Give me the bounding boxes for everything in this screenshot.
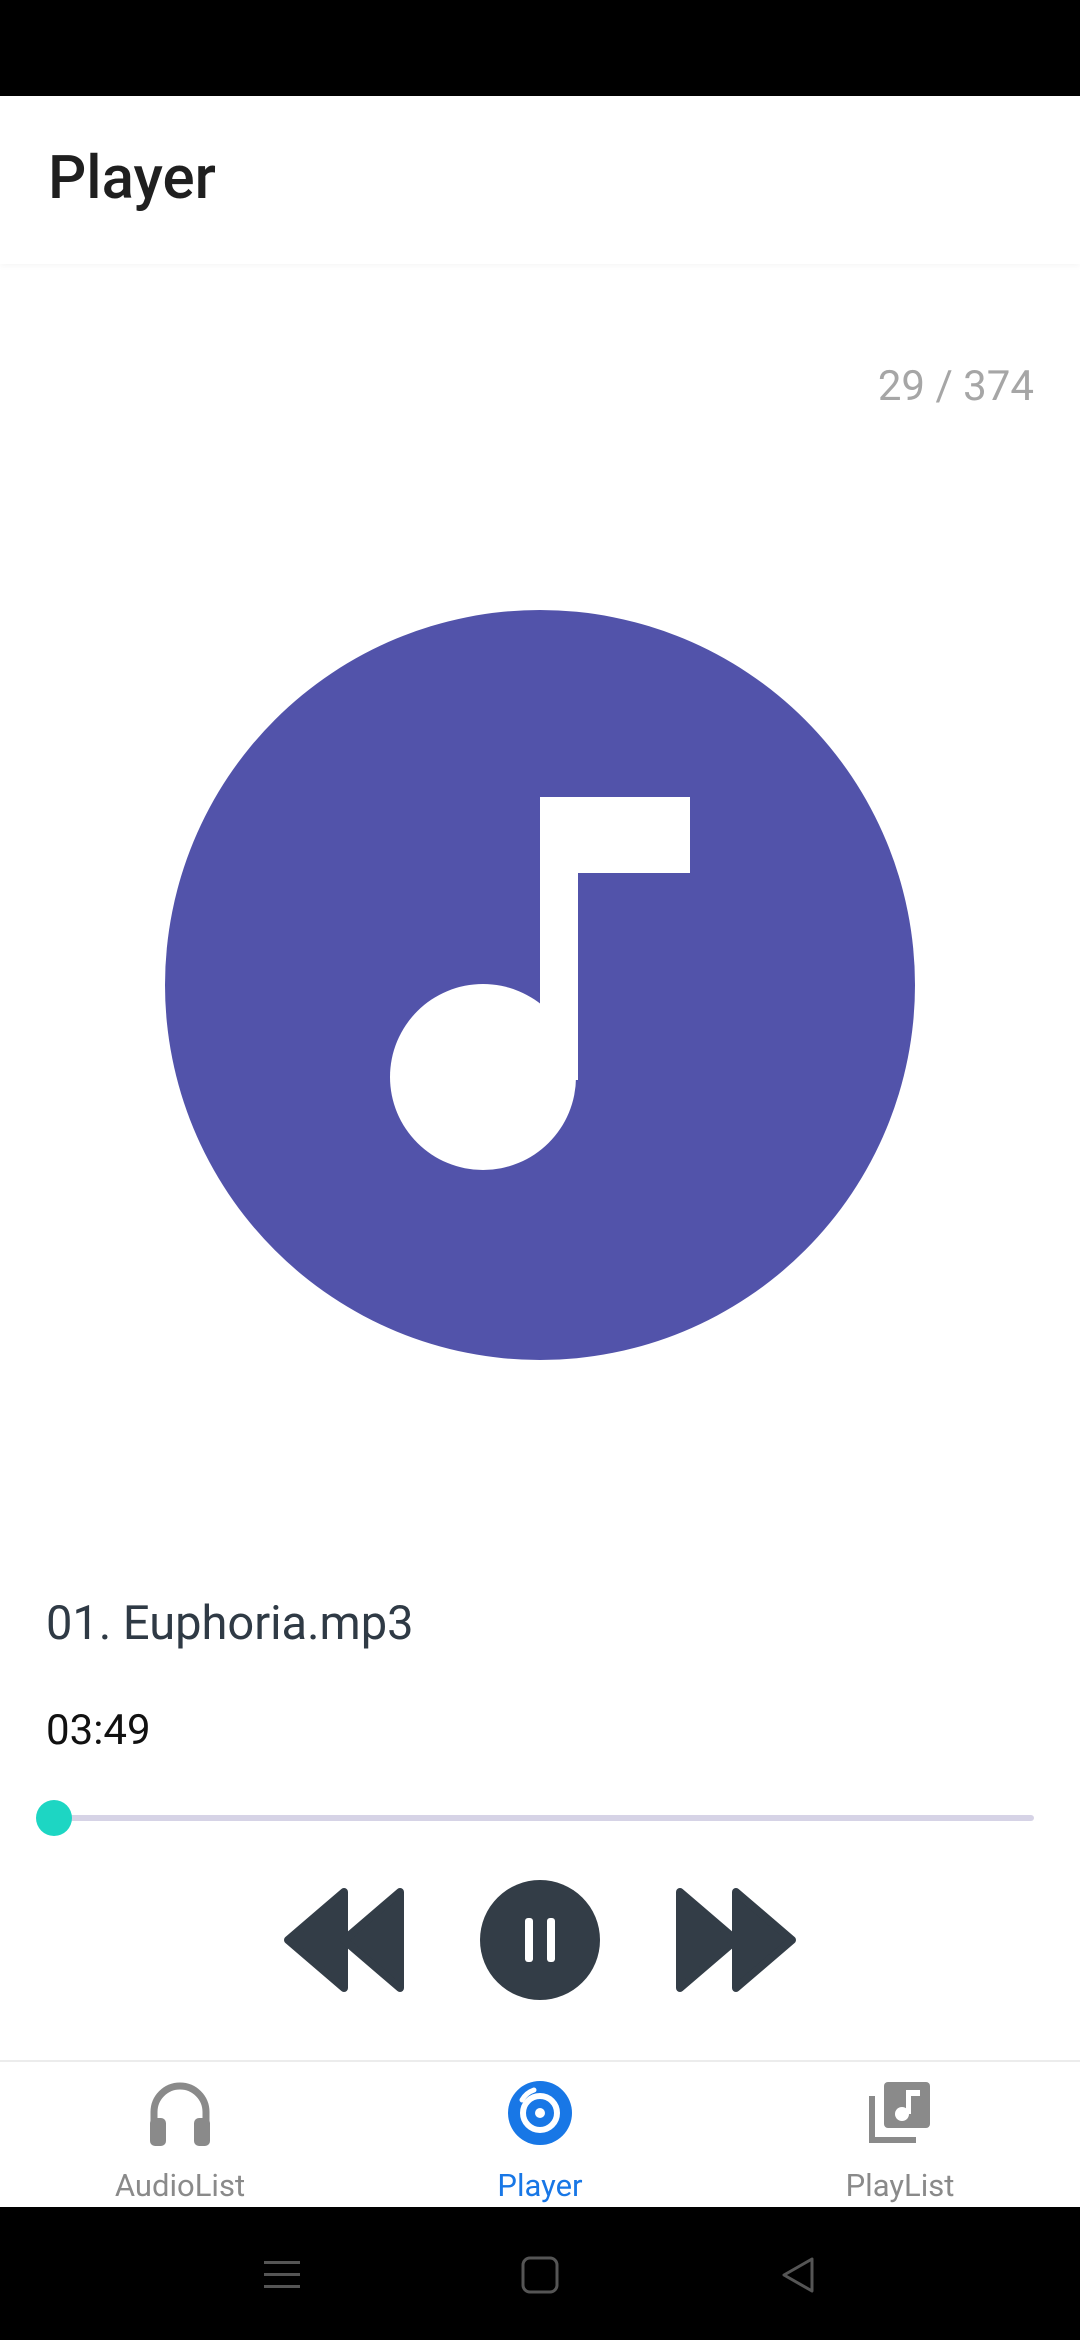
status-bar bbox=[0, 0, 1080, 96]
menu-icon[interactable] bbox=[262, 2255, 302, 2295]
fast-forward-button[interactable] bbox=[674, 1888, 798, 1992]
nav-item-playlist[interactable]: PlayList bbox=[720, 2062, 1080, 2207]
pause-icon bbox=[480, 1880, 600, 2000]
back-icon[interactable] bbox=[778, 2255, 818, 2295]
page-title: Player bbox=[48, 142, 216, 213]
nav-label: Player bbox=[497, 2167, 583, 2204]
fast-forward-icon bbox=[676, 1888, 796, 1992]
seek-thumb[interactable] bbox=[36, 1800, 72, 1836]
rewind-button[interactable] bbox=[282, 1888, 406, 1992]
headphones-icon bbox=[150, 2082, 210, 2146]
nav-label: PlayList bbox=[845, 2167, 955, 2204]
album-art bbox=[165, 610, 915, 1360]
nav-item-player[interactable]: Player bbox=[360, 2062, 720, 2207]
track-title: 01. Euphoria.mp3 bbox=[46, 1596, 414, 1651]
nav-label: AudioList bbox=[114, 2167, 246, 2204]
seek-bar[interactable] bbox=[46, 1815, 1034, 1821]
bottom-navigation: AudioList Player PlayList bbox=[0, 2062, 1080, 2207]
home-icon[interactable] bbox=[520, 2255, 560, 2295]
app-bar: Player bbox=[0, 96, 1080, 264]
elapsed-time: 03:49 bbox=[46, 1706, 151, 1755]
track-counter: 29 / 374 bbox=[877, 362, 1034, 411]
pause-button[interactable] bbox=[480, 1880, 600, 2000]
playback-controls bbox=[0, 1870, 1080, 2010]
music-note-icon bbox=[390, 797, 690, 1170]
playlist-icon bbox=[869, 2082, 930, 2143]
disc-icon bbox=[508, 2081, 572, 2145]
system-navigation-bar bbox=[0, 2207, 1080, 2340]
rewind-icon bbox=[284, 1888, 404, 1992]
nav-item-audiolist[interactable]: AudioList bbox=[0, 2062, 360, 2207]
